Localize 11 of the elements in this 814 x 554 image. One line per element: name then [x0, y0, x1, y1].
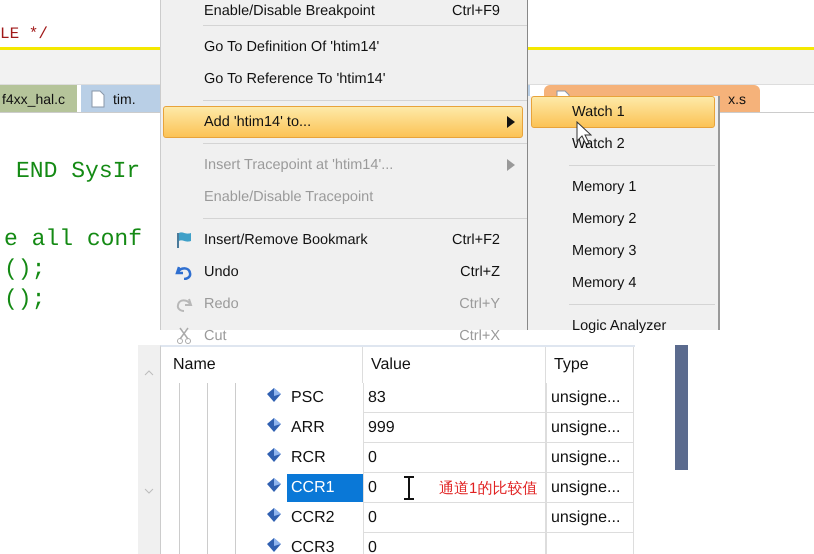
- type-cell: unsigne...: [546, 473, 634, 503]
- type-cell: unsigne...: [546, 383, 634, 413]
- code-line: END SysIr: [15, 157, 140, 186]
- type-cell: unsigne...: [546, 503, 634, 533]
- code-line: ();: [4, 255, 46, 284]
- type-cell: unsigne...: [546, 413, 634, 443]
- annotation-text: 通道1的比较值: [439, 479, 538, 498]
- code-line: ();: [4, 285, 46, 314]
- code-line: e all conf: [4, 225, 142, 254]
- type-cell: unsigne...: [546, 443, 634, 473]
- code-comment: LE */: [0, 24, 48, 44]
